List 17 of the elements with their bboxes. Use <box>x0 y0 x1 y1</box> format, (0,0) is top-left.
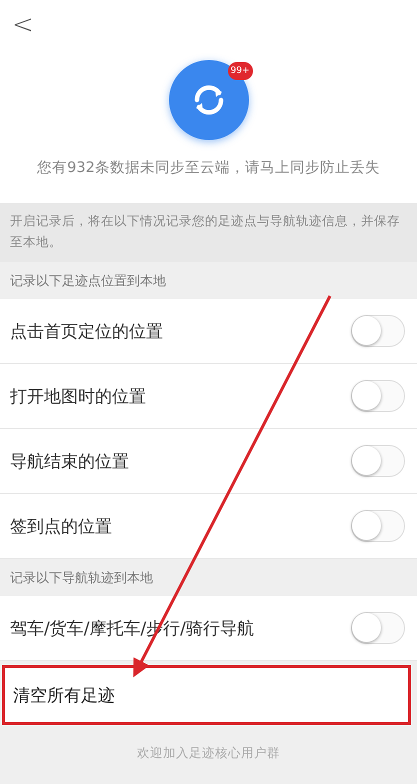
toggle-switch[interactable] <box>351 380 405 412</box>
footer-text: 欢迎加入足迹核心用户群 <box>137 745 280 762</box>
setting-label: 签到点的位置 <box>10 516 112 538</box>
section-title: 记录以下足迹点位置到本地 <box>9 273 167 291</box>
count-badge: 99+ <box>228 62 252 80</box>
toggle-switch[interactable] <box>351 510 405 542</box>
section-title: 记录以下导航轨迹到本地 <box>9 570 154 588</box>
setting-label: 导航结束的位置 <box>10 450 129 472</box>
toggle-switch[interactable] <box>351 315 405 347</box>
toggle-switch[interactable] <box>351 612 405 644</box>
notice-text: 开启记录后，将在以下情况记录您的足迹点与导航轨迹信息，并保存至本地。 <box>0 203 417 262</box>
sync-message: 您有932条数据未同步至云端，请马上同步防止丢失 <box>0 158 417 203</box>
setting-label: 打开地图时的位置 <box>10 386 146 408</box>
toggle-switch[interactable] <box>351 445 405 477</box>
back-button[interactable]: < <box>12 10 34 40</box>
setting-label: 点击首页定位的位置 <box>10 320 163 342</box>
clear-footprints-button[interactable]: 清空所有足迹 <box>2 665 411 725</box>
